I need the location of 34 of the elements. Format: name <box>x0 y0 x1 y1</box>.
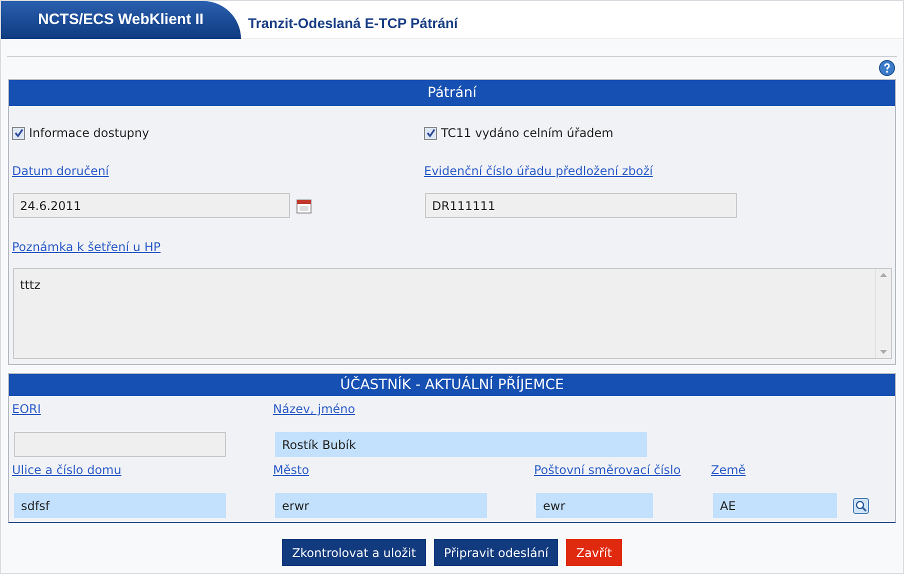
text-field[interactable]: DR111111 <box>425 193 737 218</box>
page-title: Tranzit-Odeslaná E-TCP Pátrání <box>248 14 458 33</box>
field-label[interactable]: Ulice a číslo domu <box>12 463 122 477</box>
action-button[interactable]: Připravit odeslání <box>434 539 558 566</box>
text-field[interactable]: Rostík Bubík <box>275 432 647 457</box>
text-field[interactable]: ewr <box>536 493 653 518</box>
note-textarea[interactable]: tttz <box>13 268 892 359</box>
field-label[interactable]: Město <box>273 463 310 477</box>
text-field[interactable]: sdfsf <box>14 493 226 518</box>
text-field[interactable]: erwr <box>275 493 487 518</box>
field-label[interactable]: Název, jméno <box>273 402 356 416</box>
checkbox[interactable] <box>424 126 437 140</box>
field-label[interactable]: Země <box>711 463 746 477</box>
text-field[interactable]: 24.6.2011 <box>13 193 290 218</box>
action-button[interactable]: Zkontrolovat a uložit <box>282 539 426 566</box>
field-label[interactable]: Poštovní směrovací číslo <box>534 463 681 477</box>
section-header: Pátrání <box>9 80 895 106</box>
text-field[interactable] <box>14 432 226 457</box>
magnifier-icon[interactable] <box>853 498 869 514</box>
checkbox-row[interactable]: TC11 vydáno celním úřadem <box>424 124 836 142</box>
field-label[interactable]: Poznámka k šetření u HP <box>12 240 161 254</box>
checkbox-row[interactable]: Informace dostupny <box>12 124 424 142</box>
calendar-icon[interactable] <box>296 198 312 214</box>
text-field[interactable]: AE <box>713 493 837 518</box>
note-text: tttz <box>19 277 42 294</box>
field-label[interactable]: EORI <box>12 402 41 416</box>
field-label[interactable]: Datum doručení <box>12 164 109 178</box>
checkbox[interactable] <box>12 126 25 140</box>
checkbox-label: Informace dostupny <box>29 125 150 142</box>
section-header: ÚČASTNÍK - AKTUÁLNÍ PŘÍJEMCE <box>9 374 895 396</box>
close-button[interactable]: Zavřít <box>566 539 622 566</box>
checkbox-label: TC11 vydáno celním úřadem <box>441 125 614 142</box>
field-label[interactable]: Evidenční číslo úřadu předložení zboží <box>424 164 653 178</box>
help-icon[interactable] <box>879 60 895 76</box>
